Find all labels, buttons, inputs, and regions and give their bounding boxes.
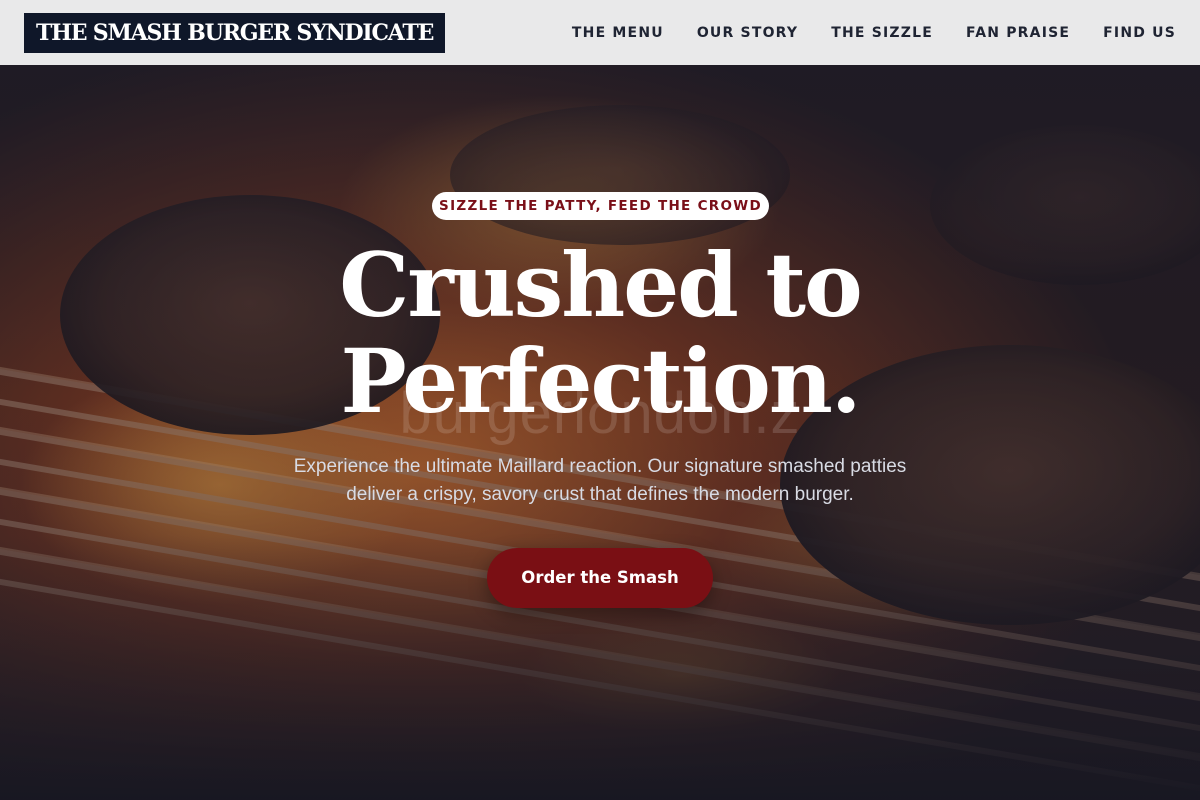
hero-tagline-badge: SIZZLE THE PATTY, FEED THE CROWD <box>432 192 769 220</box>
main-nav: THE MENU OUR STORY THE SIZZLE FAN PRAISE… <box>572 23 1176 43</box>
hero-section: SIZZLE THE PATTY, FEED THE CROWD Crushed… <box>0 65 1200 800</box>
nav-item-find-us[interactable]: FIND US <box>1103 23 1176 43</box>
site-logo[interactable]: THE SMASH BURGER SYNDICATE <box>24 12 446 53</box>
nav-item-fan-praise[interactable]: FAN PRAISE <box>966 23 1070 43</box>
hero-description: Experience the ultimate Maillard reactio… <box>293 456 907 505</box>
order-button[interactable]: Order the Smash <box>487 548 713 608</box>
hero-headline-line1: Crushed to <box>339 233 862 337</box>
nav-item-our-story[interactable]: OUR STORY <box>697 23 798 43</box>
watermark-text: burgerlondon.z <box>399 381 801 446</box>
nav-item-sizzle[interactable]: THE SIZZLE <box>831 23 933 43</box>
nav-item-menu[interactable]: THE MENU <box>572 23 664 43</box>
site-header: THE SMASH BURGER SYNDICATE THE MENU OUR … <box>0 0 1200 65</box>
hero-content: SIZZLE THE PATTY, FEED THE CROWD Crushed… <box>0 65 1200 800</box>
